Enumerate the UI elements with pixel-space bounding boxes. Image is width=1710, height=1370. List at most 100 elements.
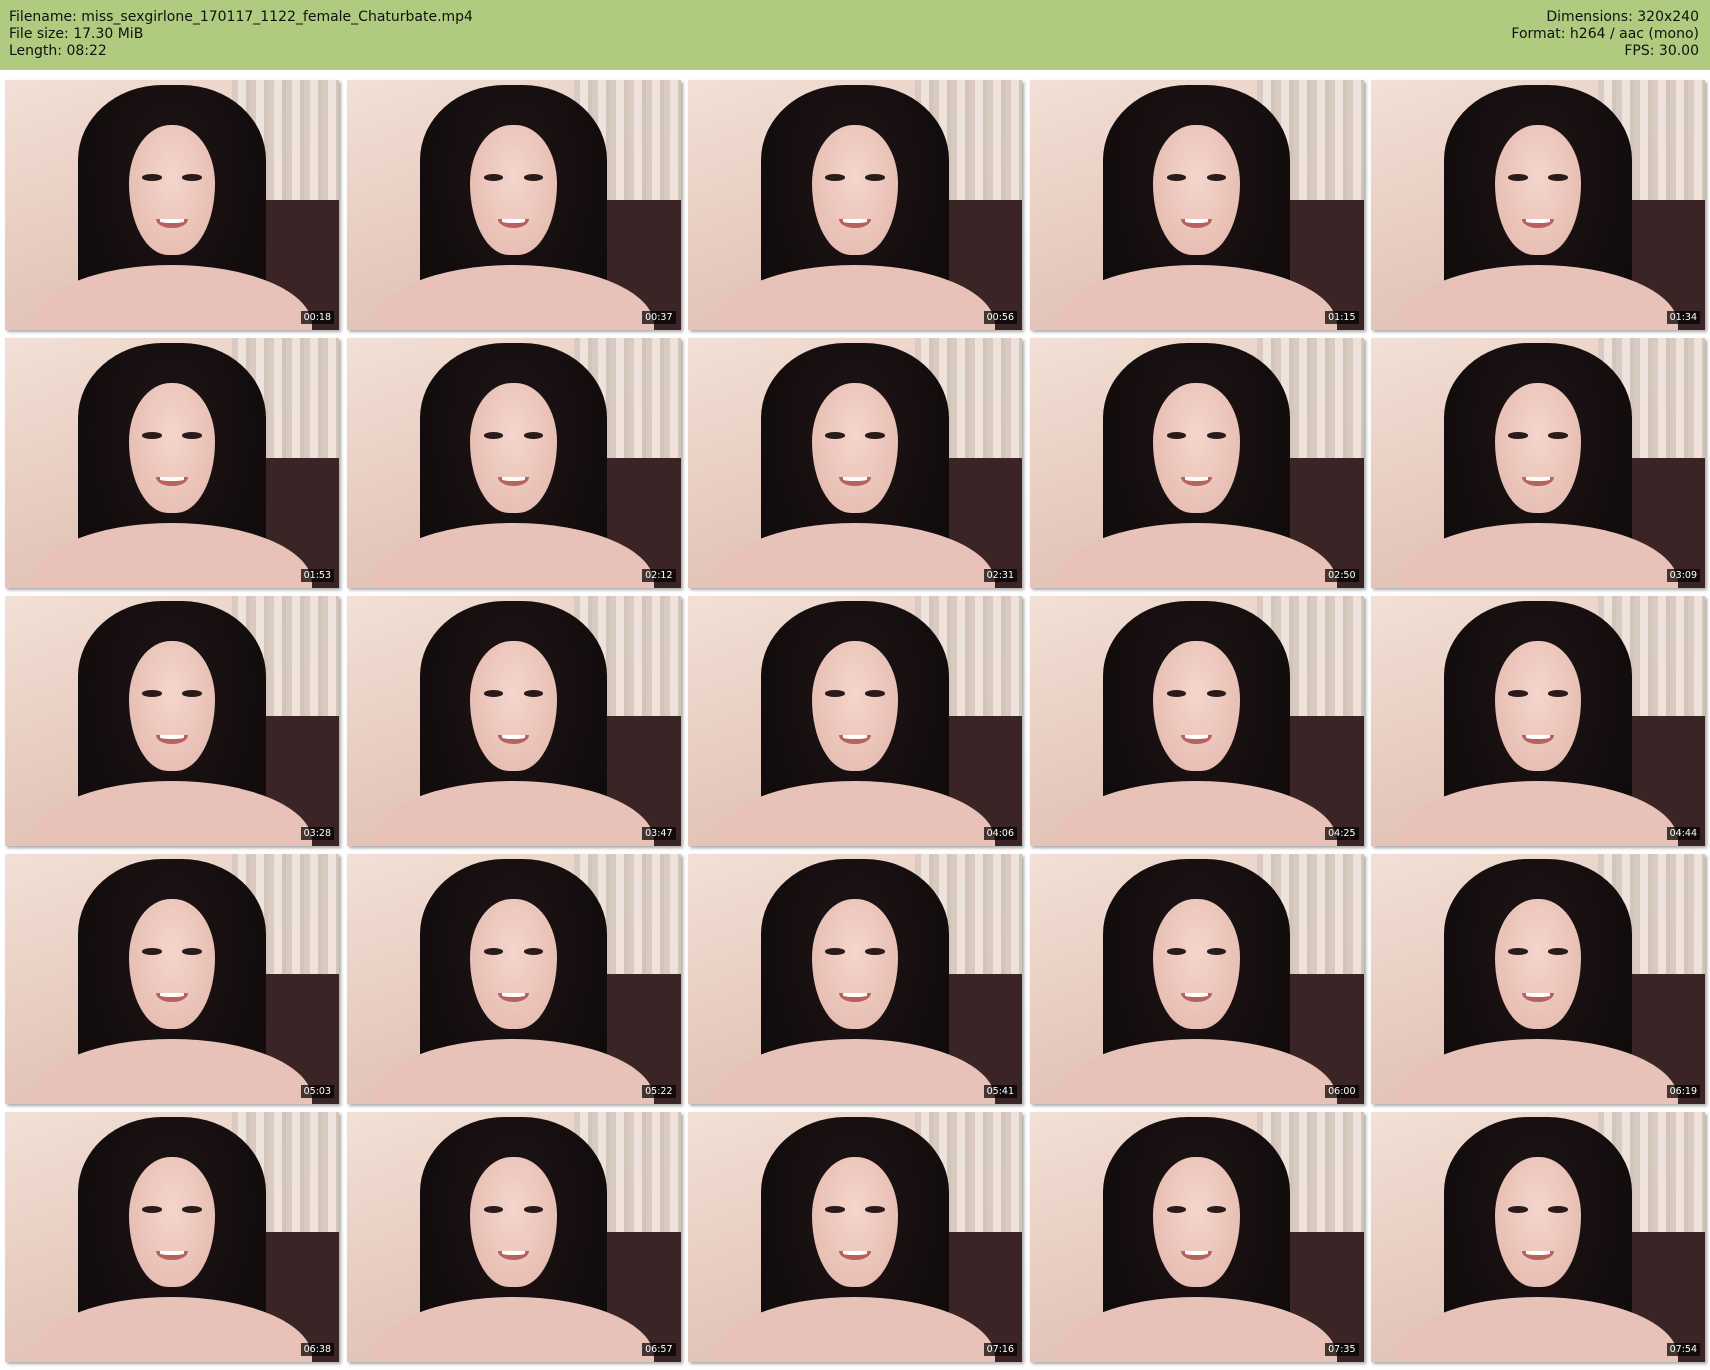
left-eye xyxy=(483,1206,504,1213)
filesize-text: File size: 17.30 MiB xyxy=(9,26,144,42)
video-thumbnail[interactable]: 04:25 xyxy=(1029,596,1364,846)
video-thumbnail[interactable]: 05:22 xyxy=(346,854,681,1104)
face xyxy=(811,1157,899,1287)
video-thumbnail[interactable]: 02:50 xyxy=(1029,338,1364,588)
video-thumbnail[interactable]: 02:12 xyxy=(346,338,681,588)
timestamp-label: 02:31 xyxy=(983,569,1017,582)
video-thumbnail[interactable]: 03:09 xyxy=(1371,338,1705,588)
timestamp-label: 00:56 xyxy=(983,311,1017,324)
mouth xyxy=(497,992,530,1002)
right-eye xyxy=(1206,690,1227,697)
video-thumbnail[interactable]: 06:38 xyxy=(5,1112,339,1362)
mouth xyxy=(839,218,871,228)
timestamp-label: 04:06 xyxy=(983,827,1017,840)
left-eye xyxy=(825,690,845,697)
right-eye xyxy=(865,948,885,955)
face xyxy=(1153,383,1240,513)
mouth xyxy=(1522,734,1554,744)
mouth xyxy=(1180,218,1213,228)
video-thumbnail[interactable]: 03:47 xyxy=(346,596,681,846)
video-thumbnail[interactable]: 06:57 xyxy=(346,1112,681,1362)
video-thumbnail[interactable]: 01:53 xyxy=(5,338,339,588)
right-eye xyxy=(1206,432,1227,439)
filename-text: Filename: miss_sexgirlone_170117_1122_fe… xyxy=(9,9,473,25)
mouth xyxy=(839,476,871,486)
left-eye xyxy=(825,1206,845,1213)
right-eye xyxy=(523,432,544,439)
face xyxy=(470,125,557,255)
right-eye xyxy=(1206,948,1227,955)
mouth xyxy=(156,734,188,744)
mouth xyxy=(1522,218,1554,228)
left-eye xyxy=(483,432,504,439)
left-eye xyxy=(1166,1206,1187,1213)
right-eye xyxy=(1548,1206,1568,1213)
video-thumbnail[interactable]: 00:18 xyxy=(5,80,339,330)
face xyxy=(470,1157,557,1287)
timestamp-label: 03:47 xyxy=(642,827,676,840)
right-eye xyxy=(1548,174,1568,181)
right-eye xyxy=(865,432,885,439)
left-eye xyxy=(1508,174,1528,181)
right-eye xyxy=(523,690,544,697)
video-thumbnail[interactable]: 02:31 xyxy=(688,338,1022,588)
right-eye xyxy=(182,1206,202,1213)
mouth xyxy=(1180,476,1213,486)
left-eye xyxy=(825,432,845,439)
video-thumbnail[interactable]: 06:00 xyxy=(1029,854,1364,1104)
face xyxy=(811,125,899,255)
timestamp-label: 04:44 xyxy=(1666,827,1700,840)
left-eye xyxy=(1508,432,1528,439)
right-eye xyxy=(1548,948,1568,955)
right-eye xyxy=(1548,690,1568,697)
video-thumbnail[interactable]: 06:19 xyxy=(1371,854,1705,1104)
video-thumbnail[interactable]: 01:34 xyxy=(1371,80,1705,330)
mouth xyxy=(156,1250,188,1260)
length-text: Length: 08:22 xyxy=(9,43,107,59)
mouth xyxy=(839,992,871,1002)
format-text: Format: h264 / aac (mono) xyxy=(1511,26,1699,42)
video-thumbnail[interactable]: 05:41 xyxy=(688,854,1022,1104)
stream-info: Dimensions: 320x240 Format: h264 / aac (… xyxy=(1511,9,1699,60)
timestamp-label: 05:22 xyxy=(642,1085,676,1098)
video-thumbnail[interactable]: 04:44 xyxy=(1371,596,1705,846)
video-thumbnail[interactable]: 05:03 xyxy=(5,854,339,1104)
timestamp-label: 05:41 xyxy=(983,1085,1017,1098)
timestamp-label: 07:35 xyxy=(1325,1343,1359,1356)
timestamp-label: 06:19 xyxy=(1666,1085,1700,1098)
face xyxy=(811,641,899,771)
mouth xyxy=(1180,734,1213,744)
face xyxy=(128,1157,216,1287)
timestamp-label: 01:15 xyxy=(1325,311,1359,324)
video-thumbnail[interactable]: 00:56 xyxy=(688,80,1022,330)
video-thumbnail[interactable]: 07:16 xyxy=(688,1112,1022,1362)
left-eye xyxy=(483,174,504,181)
video-thumbnail[interactable]: 03:28 xyxy=(5,596,339,846)
mouth xyxy=(156,476,188,486)
mouth xyxy=(839,734,871,744)
face xyxy=(811,899,899,1029)
mouth xyxy=(1522,992,1554,1002)
face xyxy=(1494,383,1582,513)
timestamp-label: 07:54 xyxy=(1666,1343,1700,1356)
right-eye xyxy=(865,174,885,181)
timestamp-label: 06:57 xyxy=(642,1343,676,1356)
timestamp-label: 04:25 xyxy=(1325,827,1359,840)
right-eye xyxy=(182,690,202,697)
video-thumbnail[interactable]: 04:06 xyxy=(688,596,1022,846)
face xyxy=(128,125,216,255)
video-thumbnail[interactable]: 00:37 xyxy=(346,80,681,330)
video-thumbnail[interactable]: 07:35 xyxy=(1029,1112,1364,1362)
left-eye xyxy=(1508,948,1528,955)
fps-text: FPS: 30.00 xyxy=(1624,43,1699,59)
timestamp-label: 05:03 xyxy=(300,1085,334,1098)
video-thumbnail[interactable]: 07:54 xyxy=(1371,1112,1705,1362)
left-eye xyxy=(142,174,162,181)
timestamp-label: 01:53 xyxy=(300,569,334,582)
left-eye xyxy=(483,690,504,697)
face xyxy=(128,641,216,771)
video-thumbnail[interactable]: 01:15 xyxy=(1029,80,1364,330)
left-eye xyxy=(1508,1206,1528,1213)
thumbnail-grid: 00:18 00:37 00:56 01:15 01:34 01:53 02:12 02:31… xyxy=(5,80,1705,1362)
left-eye xyxy=(1166,948,1187,955)
